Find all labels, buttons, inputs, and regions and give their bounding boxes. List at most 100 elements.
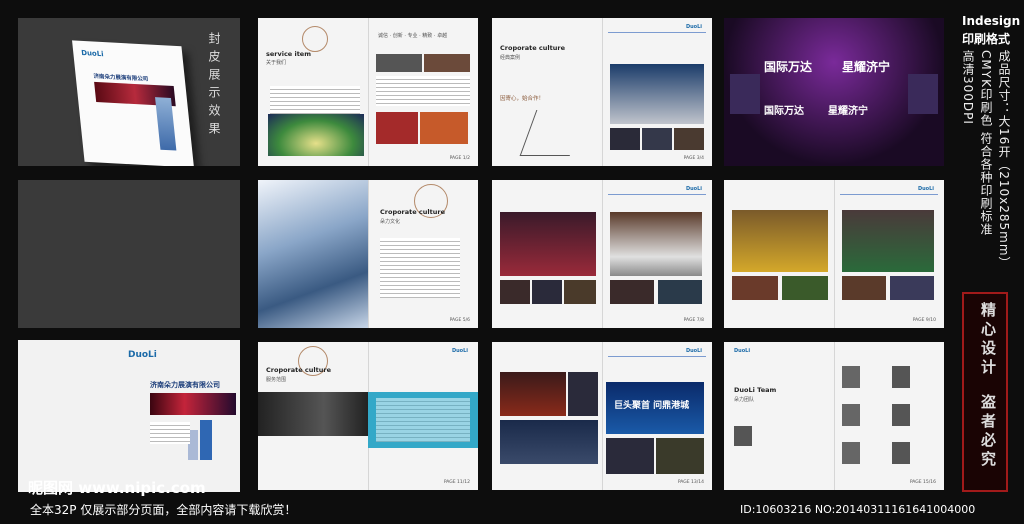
- spread-service-scope: Croporate culture 服务范围 DuoLi PAGE 11/12: [258, 342, 478, 490]
- body-text: [376, 398, 470, 442]
- flat-cover-company-title: 济南朵力展演有限公司: [150, 381, 220, 389]
- header-line: [608, 356, 706, 357]
- body-text: [376, 76, 470, 106]
- photo: [424, 54, 470, 72]
- book-company-title: 济南朵力展演有限公司: [93, 73, 149, 83]
- spread-stage-event: 国际万达 星耀济宁 国际万达 星耀济宁: [724, 18, 944, 166]
- spread-duoli-culture: Croporate culture 朵力文化 PAGE 5/6: [258, 180, 478, 328]
- spread-classic-cases: Croporate culture 经典案例 因寄心，始合作！ DuoLi PA…: [492, 18, 712, 166]
- photo: [420, 112, 468, 144]
- page-logo: DuoLi: [451, 348, 468, 354]
- photo: [606, 438, 654, 474]
- page-number: PAGE 13/14: [677, 480, 704, 485]
- spec-resolution: 高清300DPI: [961, 50, 975, 125]
- photo: [500, 420, 598, 464]
- gutter: [602, 342, 603, 490]
- stage-sign-repeat2: 星耀济宁: [828, 106, 868, 117]
- portrait-photo: [892, 404, 910, 426]
- cover-panel-open: [18, 180, 240, 328]
- spec-size: 成品尺寸：大16开（210x285mm）: [997, 50, 1011, 270]
- gaming-table-photo: [842, 210, 934, 272]
- page-logo: DuoLi: [685, 186, 702, 192]
- body-text: [380, 238, 460, 298]
- photo: [376, 54, 422, 72]
- spread-forum-event: DuoLi 巨头聚首 问鼎港城 PAGE 13/14: [492, 342, 712, 490]
- quote-text: 因寄心，始合作！: [500, 96, 545, 102]
- portrait-photo: [842, 442, 860, 464]
- stage-sign-repeat1: 国际万达: [764, 106, 804, 117]
- photo: [610, 280, 654, 304]
- spread-heading: Croporate culture: [266, 366, 331, 374]
- spread-subheading: 服务范围: [266, 377, 287, 383]
- portrait-photo: [842, 404, 860, 426]
- cover-panel-flat: [18, 340, 240, 492]
- photo: [568, 372, 598, 416]
- photo: [376, 112, 418, 144]
- spread-subheading: 朵力团队: [734, 397, 755, 403]
- preview-canvas: DuoLi 济南朵力展演有限公司 封皮展示效果 DuoLi 济南朵力展演有限公司…: [0, 0, 1024, 524]
- spread-service-item: service item 关于我们 诚信 · 创新 · 专业 · 精致 · 卓越…: [258, 18, 478, 166]
- photo: [610, 128, 640, 150]
- car-show-photo: [610, 212, 702, 276]
- gutter: [834, 342, 835, 490]
- page-logo: DuoLi: [685, 348, 702, 354]
- handshake-photo: [258, 392, 368, 436]
- format-title-en: Indesign: [962, 14, 1021, 28]
- photo: [782, 276, 828, 300]
- arch-photo: [268, 114, 364, 156]
- compass-sketch: [519, 110, 587, 156]
- casino-photo: [732, 210, 828, 272]
- site-watermark: 昵图网 www.nipic.com: [28, 479, 206, 497]
- format-title-cn: 印刷格式: [962, 32, 1011, 46]
- page-number: PAGE 9/10: [912, 318, 936, 323]
- photo: [674, 128, 704, 150]
- spread-heading: DuoLi Team: [734, 386, 777, 394]
- spread-event-photos-a: DuoLi PAGE 7/8: [492, 180, 712, 328]
- header-line: [608, 194, 706, 195]
- portrait-photo: [892, 442, 910, 464]
- cover-caption: 封皮展示效果: [207, 32, 221, 140]
- spread-subheading: 经典案例: [500, 55, 521, 61]
- copyright-seal: 精心设计 盗者必究: [962, 292, 1008, 492]
- photo: [500, 280, 530, 304]
- inset-photo: [730, 74, 760, 114]
- gutter: [368, 18, 369, 166]
- gutter: [602, 18, 603, 166]
- forum-sign-text: 巨头聚首 问鼎港城: [614, 401, 690, 411]
- photo: [658, 280, 702, 304]
- page-logo: DuoLi: [685, 24, 702, 30]
- swirl-ornament: [302, 26, 328, 52]
- page-number: PAGE 3/4: [683, 156, 704, 161]
- seal-text-1: 精心设计: [979, 302, 997, 378]
- spread-heading: service item: [266, 50, 311, 58]
- stage-sign-line1: 国际万达: [764, 60, 813, 74]
- spread-subheading: 朵力文化: [380, 219, 401, 225]
- page-logo: DuoLi: [917, 186, 934, 192]
- cover-panel-closed: DuoLi 济南朵力展演有限公司 封皮展示效果: [18, 18, 240, 166]
- page-number: PAGE 15/16: [909, 480, 936, 485]
- spread-event-photos-b: DuoLi PAGE 9/10: [724, 180, 944, 328]
- spread-subheading: 关于我们: [266, 60, 287, 66]
- image-id: ID:10603216 NO:20140311161641004000: [740, 503, 976, 516]
- flat-cover-brand-logo: DuoLi: [128, 350, 157, 360]
- flat-cover-blue-bar: [200, 420, 212, 460]
- gutter: [602, 180, 603, 328]
- portrait-photo: [842, 366, 860, 388]
- flat-cover-stage-photo: [150, 393, 236, 415]
- header-line: [608, 32, 706, 33]
- page-logo: DuoLi: [734, 348, 751, 354]
- closed-book-mockup: DuoLi 济南朵力展演有限公司: [72, 40, 194, 166]
- gutter: [834, 180, 835, 328]
- spec-color: CMYK印刷色 符合各种印刷标准: [979, 50, 993, 236]
- seal-text-2: 盗者必究: [979, 394, 997, 470]
- page-number: PAGE 7/8: [683, 318, 704, 323]
- spread-duoli-team: DuoLi DuoLi Team 朵力团队 PAGE 15/16: [724, 342, 944, 490]
- inset-photo: [908, 74, 938, 114]
- page-number: PAGE 11/12: [443, 480, 470, 485]
- stage-sign-line2: 星耀济宁: [842, 60, 891, 74]
- conference-photo: [610, 64, 704, 124]
- photo: [642, 128, 672, 150]
- header-line: [840, 194, 938, 195]
- spread-heading: Croporate culture: [500, 44, 565, 52]
- photo: [500, 372, 566, 416]
